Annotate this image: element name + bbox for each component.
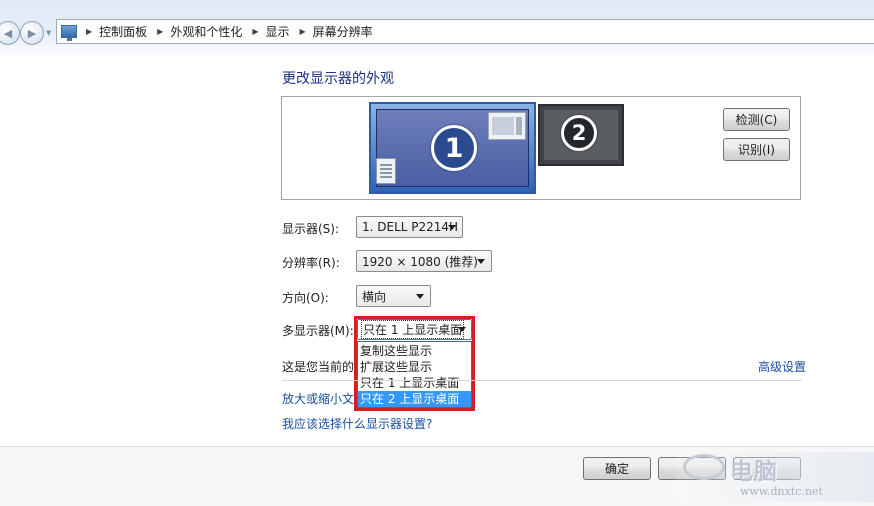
monitor-1-number: 1	[431, 125, 477, 171]
watermark-url: www.dnxtc.net	[740, 485, 823, 498]
page-title: 更改显示器的外观	[282, 71, 394, 87]
chevron-down-icon	[416, 294, 424, 299]
chevron-down-icon	[477, 259, 485, 264]
breadcrumb-separator-icon[interactable]: ▶	[300, 27, 306, 36]
breadcrumb-appearance[interactable]: 外观和个性化	[170, 23, 242, 40]
forward-button[interactable]: ▶	[20, 21, 44, 45]
orientation-select[interactable]: 横向	[356, 285, 431, 307]
history-dropdown-icon[interactable]: ▼	[46, 29, 51, 37]
ok-button[interactable]: 确定	[583, 457, 651, 480]
multi-display-select-value: 只在 1 上显示桌面	[361, 320, 465, 339]
identify-button[interactable]: 识别(I)	[723, 138, 790, 161]
text-size-link[interactable]: 放大或缩小文本	[282, 390, 354, 407]
orientation-select-value: 横向	[362, 289, 387, 304]
resolution-select[interactable]: 1920 × 1080 (推荐)	[356, 250, 492, 272]
forward-arrow-icon: ▶	[27, 26, 37, 40]
breadcrumb-screen-resolution[interactable]: 屏幕分辨率	[313, 23, 373, 40]
breadcrumb-separator-icon[interactable]: ▶	[86, 27, 92, 36]
watermark-logo-icon	[683, 454, 725, 480]
chevron-down-icon	[448, 225, 456, 230]
taskbar-thumbnail-icon	[376, 158, 396, 184]
dropdown-option-extend[interactable]: 扩展这些显示	[358, 359, 471, 375]
dropdown-option-duplicate[interactable]: 复制这些显示	[358, 343, 471, 359]
breadcrumb-control-panel[interactable]: 控制面板	[99, 23, 147, 40]
display-label: 显示器(S):	[282, 222, 340, 236]
breadcrumb-display[interactable]: 显示	[266, 23, 290, 40]
orientation-label: 方向(O):	[282, 291, 329, 305]
chevron-down-icon	[458, 327, 466, 332]
back-arrow-icon: ◀	[3, 26, 13, 40]
multi-display-select[interactable]: 只在 1 上显示桌面	[357, 319, 472, 340]
display-select-value: 1. DELL P2214H	[362, 220, 459, 234]
window-thumbnail-icon	[488, 112, 526, 140]
control-panel-monitor-icon	[61, 25, 77, 41]
display-select[interactable]: 1. DELL P2214H	[356, 216, 463, 238]
detect-button[interactable]: 检测(C)	[723, 108, 790, 131]
current-display-text: 这是您当前的主	[282, 360, 354, 374]
dropdown-option-only-2[interactable]: 只在 2 上显示桌面	[358, 391, 471, 407]
resolution-select-value: 1920 × 1080 (推荐)	[362, 254, 478, 269]
multi-display-dropdown-list: 复制这些显示 扩展这些显示 只在 1 上显示桌面 只在 2 上显示桌面	[357, 341, 472, 408]
address-bar[interactable]: ▶ 控制面板 ▶ 外观和个性化 ▶ 显示 ▶ 屏幕分辨率	[56, 19, 874, 44]
which-settings-link[interactable]: 我应该选择什么显示器设置?	[282, 415, 432, 432]
divider	[282, 380, 802, 381]
watermark-brand: 电脑	[730, 459, 778, 485]
dropdown-option-only-1[interactable]: 只在 1 上显示桌面	[358, 375, 471, 391]
multi-display-label: 多显示器(M):	[282, 324, 354, 338]
resolution-label: 分辨率(R):	[282, 256, 340, 270]
breadcrumb-separator-icon[interactable]: ▶	[252, 27, 258, 36]
monitor-2-number: 2	[561, 115, 597, 151]
advanced-settings-link[interactable]: 高级设置	[758, 358, 806, 375]
breadcrumb-separator-icon[interactable]: ▶	[157, 27, 163, 36]
